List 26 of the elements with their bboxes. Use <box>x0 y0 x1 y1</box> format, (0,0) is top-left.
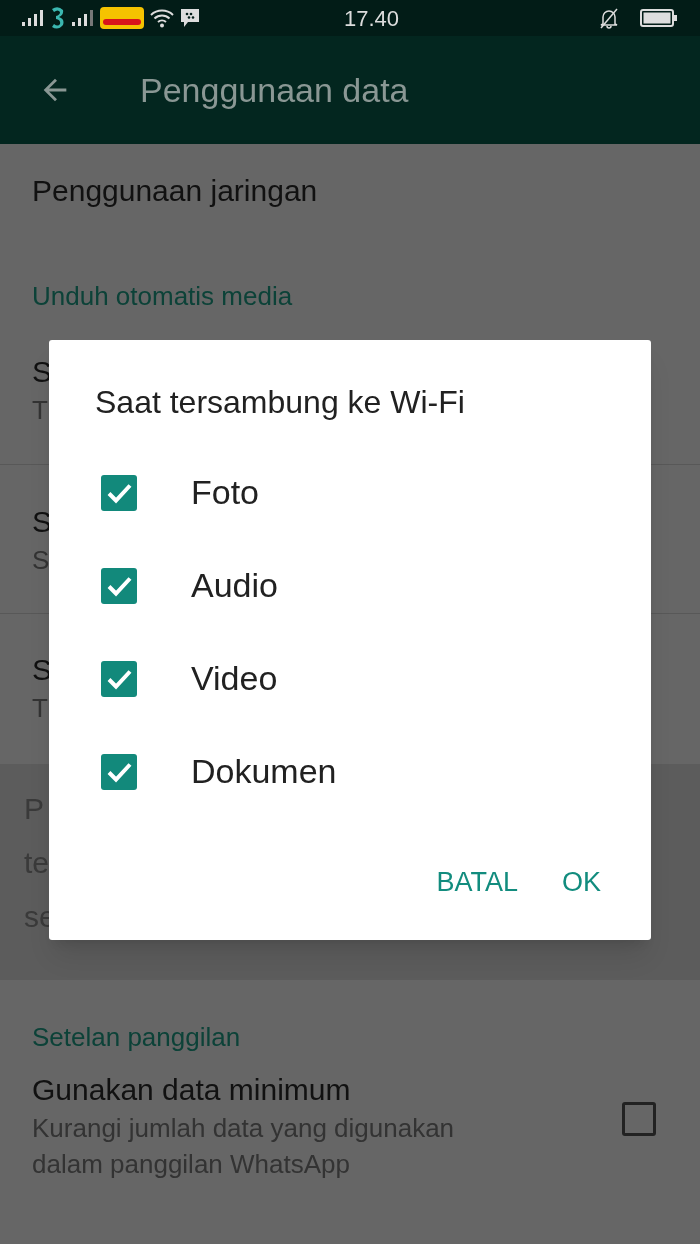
checkbox[interactable] <box>101 567 137 604</box>
battery-icon <box>640 9 678 27</box>
setting-title[interactable]: Penggunaan jaringan <box>32 168 700 213</box>
signal-icon <box>72 10 94 26</box>
signal-icon <box>22 10 44 26</box>
carrier-logo-icon <box>50 6 66 30</box>
checkbox[interactable] <box>101 753 137 790</box>
option-label: Foto <box>191 472 260 513</box>
wifi-icon <box>150 8 174 28</box>
bell-off-icon <box>598 7 620 29</box>
option-label: Video <box>191 658 278 699</box>
chat-icon <box>180 8 200 28</box>
checkbox[interactable] <box>622 1102 656 1136</box>
checkbox[interactable] <box>101 660 137 697</box>
dialog-button[interactable]: OK <box>552 853 611 910</box>
checkbox[interactable] <box>101 474 137 511</box>
screen-title: Penggunaan data <box>140 69 409 111</box>
carrier-logo-icon <box>100 7 144 29</box>
dialog-title: Saat tersambung ke Wi-Fi <box>95 383 466 422</box>
dialog-button[interactable]: BATAL <box>426 853 528 910</box>
option-label: Audio <box>191 565 278 606</box>
section-header: Unduh otomatis media <box>32 280 294 313</box>
clock: 17.40 <box>344 4 400 33</box>
section-header: Setelan panggilan <box>32 1021 242 1054</box>
option-label: Dokumen <box>191 751 337 792</box>
setting-title: Gunakan data minimum <box>32 1072 352 1108</box>
